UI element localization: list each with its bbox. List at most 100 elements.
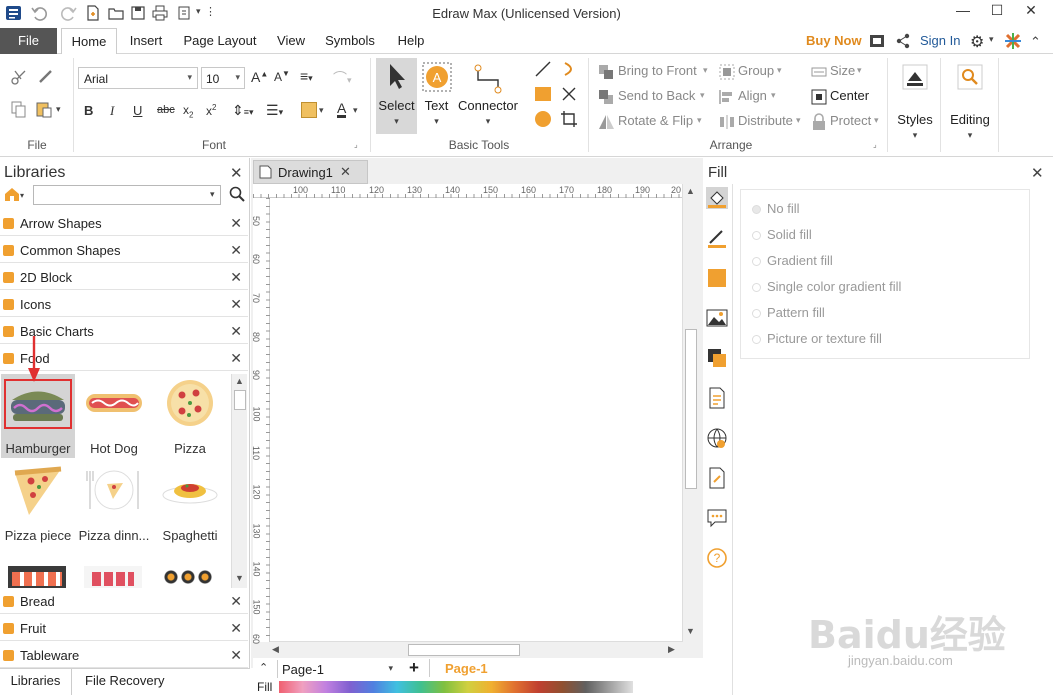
- center-icon[interactable]: [810, 88, 828, 106]
- shape-pizza[interactable]: Pizza: [153, 374, 227, 458]
- hyperlink-icon[interactable]: [706, 427, 728, 449]
- chevron-down-icon[interactable]: ▾: [857, 65, 862, 76]
- editing-button[interactable]: Editing ▾: [946, 58, 994, 148]
- cross-tool-icon[interactable]: [560, 85, 578, 103]
- share-icon[interactable]: [895, 33, 911, 52]
- scroll-thumb[interactable]: [408, 644, 520, 656]
- tab-file-recovery[interactable]: File Recovery: [85, 669, 164, 695]
- scroll-up-icon[interactable]: ▲: [235, 376, 244, 386]
- color-palette[interactable]: [279, 681, 633, 693]
- highlight-dropdown-icon[interactable]: ▾: [319, 105, 324, 116]
- shadow-icon[interactable]: [706, 267, 728, 289]
- italic-icon[interactable]: I: [110, 103, 114, 119]
- scroll-thumb[interactable]: [685, 329, 697, 489]
- tab-home[interactable]: Home: [61, 28, 117, 55]
- scroll-thumb[interactable]: [234, 390, 246, 410]
- cut-icon[interactable]: [10, 68, 28, 86]
- chevron-down-icon[interactable]: ▾: [700, 90, 705, 101]
- page-select[interactable]: Page-1 ▾: [277, 660, 397, 678]
- settings-dropdown-icon[interactable]: ▾: [989, 34, 994, 45]
- radio-gradient-fill[interactable]: [752, 257, 761, 266]
- font-color-dropdown-icon[interactable]: ▾: [353, 105, 358, 116]
- add-page-icon[interactable]: +: [409, 658, 419, 678]
- line-tool-icon[interactable]: [534, 60, 552, 78]
- option-gradient-fill[interactable]: Gradient fill: [767, 253, 833, 268]
- library-category[interactable]: Fruit ✕: [0, 617, 248, 641]
- layers-icon[interactable]: [706, 347, 728, 369]
- chevron-down-icon[interactable]: ▾: [796, 115, 801, 126]
- chevron-down-icon[interactable]: ▾: [771, 90, 776, 101]
- distribute-button[interactable]: Distribute: [738, 113, 793, 128]
- arrange-dialog-launcher-icon[interactable]: ⌟: [873, 140, 877, 149]
- option-picture-texture-fill[interactable]: Picture or texture fill: [767, 331, 882, 346]
- text-highlight-icon[interactable]: [301, 102, 317, 118]
- tab-insert[interactable]: Insert: [121, 28, 171, 54]
- chevron-down-icon[interactable]: ▾: [874, 115, 879, 126]
- page-tab[interactable]: Page-1: [445, 661, 488, 676]
- library-search-input[interactable]: [33, 185, 221, 205]
- select-tool-button[interactable]: Select ▾: [376, 58, 417, 134]
- grow-font-icon[interactable]: A▲: [251, 69, 268, 85]
- rotate-flip-button[interactable]: Rotate & Flip: [618, 113, 693, 128]
- send-to-back-button[interactable]: Send to Back: [618, 88, 695, 103]
- buy-now-link[interactable]: Buy Now: [806, 33, 862, 48]
- shape-hamburger[interactable]: Hamburger: [1, 374, 75, 458]
- chevron-down-icon[interactable]: ▾: [777, 65, 782, 76]
- subscript-icon[interactable]: x2: [183, 103, 193, 119]
- close-icon[interactable]: ✕: [230, 296, 242, 313]
- format-painter-icon[interactable]: [36, 68, 54, 86]
- shape-pizza-piece[interactable]: Pizza piece: [1, 461, 75, 545]
- attachment-icon[interactable]: [706, 467, 728, 489]
- size-icon[interactable]: [810, 63, 828, 81]
- close-icon[interactable]: ✕: [230, 593, 242, 610]
- shape-sashimi-partial[interactable]: [84, 566, 142, 588]
- home-icon[interactable]: [4, 186, 20, 205]
- radio-single-color-gradient-fill[interactable]: [752, 283, 761, 292]
- library-category[interactable]: Arrow Shapes ✕: [0, 212, 248, 236]
- tab-symbols[interactable]: Symbols: [320, 28, 380, 54]
- scroll-down-icon[interactable]: ▼: [235, 573, 244, 583]
- tab-page-layout[interactable]: Page Layout: [178, 28, 262, 54]
- shape-rolls-partial[interactable]: [160, 566, 218, 588]
- radio-pattern-fill[interactable]: [752, 309, 761, 318]
- library-category[interactable]: Tableware ✕: [0, 644, 248, 668]
- connector-tool-button[interactable]: Connector ▾: [456, 58, 520, 134]
- maximize-button[interactable]: ☐: [982, 2, 1012, 24]
- line-spacing-icon[interactable]: ⇕≡▾: [232, 102, 254, 119]
- arc-tool-icon[interactable]: [560, 60, 578, 78]
- bring-to-front-button[interactable]: Bring to Front: [618, 63, 697, 78]
- radio-no-fill[interactable]: [752, 205, 761, 214]
- paste-dropdown-icon[interactable]: ▾: [56, 104, 61, 115]
- lock-icon[interactable]: [810, 113, 828, 131]
- theme-icon[interactable]: [1004, 32, 1022, 53]
- canvas-horizontal-scrollbar[interactable]: ◀ ▶: [270, 641, 682, 657]
- chevron-down-icon[interactable]: ▾: [697, 115, 702, 126]
- home-dropdown-icon[interactable]: ▾: [20, 191, 24, 200]
- document-properties-icon[interactable]: [706, 387, 728, 409]
- align-button[interactable]: Align: [738, 88, 767, 103]
- distribute-icon[interactable]: [718, 113, 736, 131]
- scroll-down-icon[interactable]: ▼: [686, 626, 695, 636]
- crop-tool-icon[interactable]: [560, 110, 578, 128]
- shape-pizza-dinner[interactable]: Pizza dinn...: [77, 461, 151, 545]
- close-icon[interactable]: ✕: [1031, 164, 1044, 182]
- size-button[interactable]: Size: [830, 63, 855, 78]
- close-icon[interactable]: ✕: [230, 242, 242, 259]
- font-size-select[interactable]: 10 ▾: [201, 67, 245, 89]
- bullet-list-icon[interactable]: ☰▾: [266, 102, 283, 119]
- option-pattern-fill[interactable]: Pattern fill: [767, 305, 825, 320]
- collapse-ribbon-icon[interactable]: ⌃: [1030, 34, 1041, 50]
- text-direction-icon[interactable]: ⌒▾: [333, 68, 352, 88]
- shrink-font-icon[interactable]: A▼: [274, 69, 290, 84]
- font-dialog-launcher-icon[interactable]: ⌟: [354, 140, 358, 149]
- superscript-icon[interactable]: x2: [206, 103, 216, 118]
- rotate-flip-icon[interactable]: [597, 113, 615, 131]
- text-align-icon[interactable]: ≡▾: [300, 68, 313, 84]
- document-tab[interactable]: Drawing1 ✕: [253, 160, 368, 184]
- tab-help[interactable]: Help: [391, 28, 431, 54]
- library-category[interactable]: Common Shapes ✕: [0, 239, 248, 263]
- paste-icon[interactable]: [35, 100, 53, 118]
- gear-icon[interactable]: ⚙: [970, 32, 984, 52]
- font-name-select[interactable]: Arial ▾: [78, 67, 198, 89]
- close-icon[interactable]: ✕: [230, 215, 242, 232]
